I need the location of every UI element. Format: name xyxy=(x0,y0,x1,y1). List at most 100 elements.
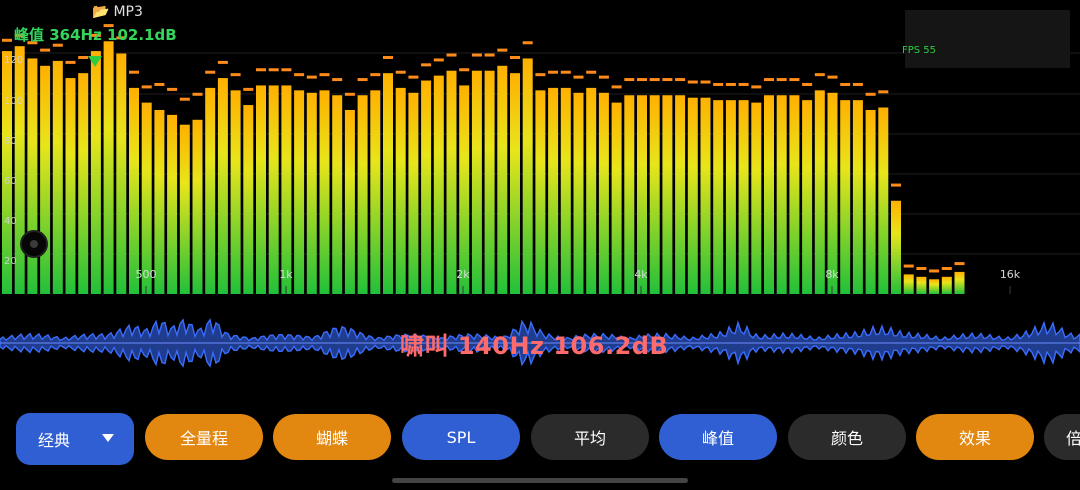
peak-cap xyxy=(40,48,51,52)
peak-cap xyxy=(637,78,647,82)
peak-cap xyxy=(78,55,89,59)
spectrum-bar xyxy=(878,107,889,294)
spectrum-bar xyxy=(954,271,965,294)
peak-cap xyxy=(344,92,355,96)
howl-readout: 啸叫 140Hz 106.2dB xyxy=(400,332,669,360)
peak-cap xyxy=(357,78,368,82)
x-tick-label: 8k xyxy=(825,268,839,281)
full-range-button-label: 全量程 xyxy=(179,429,228,448)
spectrum-bar xyxy=(548,87,559,294)
spectrum-bar xyxy=(776,95,787,294)
average-button[interactable]: 平均 xyxy=(531,414,649,460)
peak-cap xyxy=(433,58,444,62)
peak-cap xyxy=(598,75,609,79)
peak-cap xyxy=(65,60,76,64)
spectrum-bar xyxy=(725,100,736,295)
spectrum-bar xyxy=(192,119,203,295)
butterfly-button-label: 蝴蝶 xyxy=(315,429,348,448)
peak-cap xyxy=(878,90,889,94)
spectrum-bar xyxy=(891,200,901,294)
home-indicator[interactable] xyxy=(392,478,688,483)
spectrum-bar xyxy=(586,87,597,294)
peak-cap xyxy=(687,80,698,84)
spectrum-bar xyxy=(929,279,940,294)
spl-button[interactable]: SPL xyxy=(402,414,520,460)
peak-cap xyxy=(383,55,393,59)
spectrum-bar xyxy=(675,95,686,294)
peak-cap xyxy=(548,70,559,74)
spectrum-bar xyxy=(916,276,927,294)
spectrum-bar xyxy=(713,100,724,295)
spectrum-bar xyxy=(764,95,774,294)
cursor-knob-icon[interactable] xyxy=(20,230,48,258)
spectrum-bar xyxy=(662,95,673,294)
peak-cap xyxy=(306,75,317,79)
x-tick-label: 16k xyxy=(1000,268,1021,281)
peak-cap xyxy=(611,85,622,89)
multiplier-button-label: 倍 xyxy=(1066,429,1080,448)
peak-cap xyxy=(903,264,914,268)
peak-cap xyxy=(916,267,927,271)
color-button-label: 颜色 xyxy=(830,429,863,448)
spectrum-bar xyxy=(840,100,851,295)
peak-button-label: 峰值 xyxy=(701,429,734,448)
fps-counter: FPS 55 xyxy=(902,45,937,56)
spectrum-bar xyxy=(446,70,457,294)
spectrum-bar xyxy=(852,100,863,295)
peak-cap xyxy=(179,97,190,101)
peak-cap xyxy=(141,85,152,89)
peak-cap xyxy=(827,75,838,79)
peak-cap xyxy=(281,68,292,72)
peak-cap xyxy=(560,70,571,74)
spectrum-bar xyxy=(941,276,952,294)
spectrum-bar xyxy=(738,100,749,295)
x-tick-label: 1k xyxy=(279,268,293,281)
peak-cap xyxy=(751,85,762,89)
spl-button-label: SPL xyxy=(446,427,476,447)
multiplier-button[interactable]: 倍 xyxy=(1044,414,1080,460)
peak-cap xyxy=(370,73,381,77)
mode-select[interactable]: 经典 xyxy=(16,413,134,465)
spectrum-bar xyxy=(649,95,660,294)
peak-cap xyxy=(865,92,876,96)
spectrum-bar xyxy=(408,92,419,294)
spectrum-bar xyxy=(624,95,635,294)
peak-cap xyxy=(522,41,533,45)
spectrum-bar xyxy=(459,85,470,294)
mode-select-label: 经典 xyxy=(38,431,71,450)
peak-cap xyxy=(764,78,774,82)
spectrum-bar xyxy=(611,102,622,294)
spectrum-bar xyxy=(306,92,317,294)
peak-cap xyxy=(789,78,800,82)
peak-cap xyxy=(129,70,139,74)
butterfly-button[interactable]: 蝴蝶 xyxy=(273,414,391,460)
source-indicator[interactable]: 📂 MP3 xyxy=(92,4,143,20)
spectrum-bar xyxy=(687,97,698,295)
peak-cap xyxy=(395,70,406,74)
spectrum-bar xyxy=(230,90,241,294)
spectrum-bar xyxy=(294,90,305,294)
spectrum-bar xyxy=(522,58,533,294)
full-range-button[interactable]: 全量程 xyxy=(145,414,263,460)
peak-marker-icon xyxy=(88,56,102,67)
effect-button[interactable]: 效果 xyxy=(916,414,1034,460)
peak-readout: 峰值 364Hz 102.1dB xyxy=(14,26,177,44)
spectrum-bar xyxy=(357,95,368,294)
spectrum-bar xyxy=(281,85,292,294)
peak-cap xyxy=(167,87,178,91)
peak-cap xyxy=(802,82,813,86)
peak-cap xyxy=(941,267,952,271)
y-tick-label: 60 xyxy=(4,176,17,187)
spectrum-bar xyxy=(535,90,546,294)
color-button[interactable]: 颜色 xyxy=(788,414,906,460)
spectrum-bar xyxy=(865,109,876,294)
peak-cap xyxy=(243,87,254,91)
spectrum-bar xyxy=(319,90,330,294)
spectrum-bar xyxy=(332,95,343,294)
peak-cap xyxy=(484,53,495,57)
peak-cap xyxy=(738,82,749,86)
peak-button[interactable]: 峰值 xyxy=(659,414,777,460)
spectrum-bar xyxy=(751,102,762,294)
peak-cap xyxy=(649,78,660,82)
peak-cap xyxy=(852,82,863,86)
